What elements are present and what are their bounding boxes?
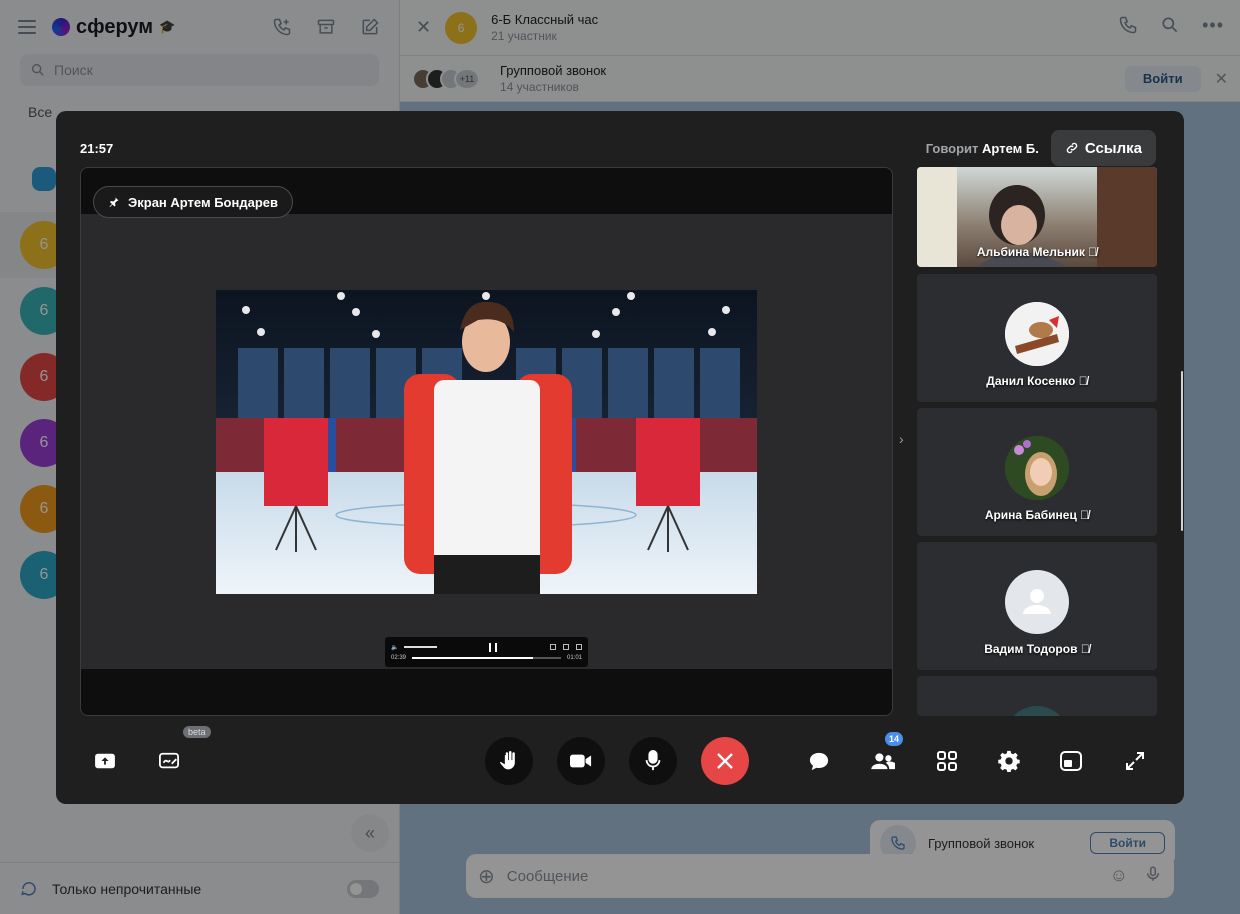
video-player-controls: 🔈 02:39 01:01 [385,637,588,667]
mic-off-icon: 🎙̸ [1078,374,1088,388]
avatar [1005,436,1069,500]
seek-bar[interactable] [412,657,561,659]
mic-off-icon: 🎙̸ [1080,642,1090,656]
end-call-button[interactable] [701,737,749,785]
participant-tile[interactable] [917,676,1157,716]
participants-count-badge: 14 [885,732,904,746]
tiles-scrollbar[interactable] [1181,371,1183,531]
grid-icon[interactable] [933,747,961,775]
fullscreen-icon[interactable] [1121,747,1149,775]
avatar [1005,570,1069,634]
participant-tile[interactable]: Вадим Тодоров 🎙̸ [917,542,1157,670]
speaking-indicator: Говорит Артем Б. [926,141,1039,156]
call-top-bar: 21:57 Говорит Артем Б. Ссылка [80,130,1156,166]
elapsed-time: 02:39 [391,655,407,661]
remaining-time: 01:01 [566,655,582,661]
participant-tile[interactable]: Данил Косенко 🎙̸ [917,274,1157,402]
shared-video-frame [216,290,757,594]
pip-icon[interactable] [1057,747,1085,775]
raise-hand-icon [499,751,515,770]
volume-slider[interactable] [404,646,437,648]
screen-share-label: Экран Артем Бондарев [128,194,278,210]
participants-icon[interactable] [869,747,897,775]
pin-icon [109,197,119,207]
end-call-icon [717,753,733,769]
user-icon [1023,589,1051,614]
microphone-button[interactable] [629,737,677,785]
microphone-icon [645,750,661,771]
speaking-name: Артем Б. [982,140,1039,156]
pip-icon[interactable] [563,644,569,650]
call-window: 21:57 Говорит Артем Б. Ссылка Экран Арте… [56,111,1184,804]
screen-share-stage: Экран Артем Бондарев 🔈 02:39 01:01 [80,167,893,716]
beta-badge: beta [183,726,211,738]
mic-off-icon: 🎙̸ [1088,245,1098,259]
participant-tiles: Альбина Мельник 🎙̸ Данил Косенко 🎙̸ Арин… [917,167,1157,716]
pinned-screen-chip[interactable]: Экран Артем Бондарев [93,186,293,218]
stage-letterbox-bottom [81,669,892,715]
chevron-right-icon[interactable]: › [899,431,904,447]
chat-icon[interactable] [805,747,833,775]
avatar [1005,302,1069,366]
participant-name: Арина Бабинец 🎙̸ [984,508,1090,522]
fullscreen-icon[interactable] [550,644,556,650]
participant-tile[interactable]: Арина Бабинец 🎙̸ [917,408,1157,536]
participant-name: Вадим Тодоров 🎙̸ [984,642,1090,656]
participant-tile[interactable]: Альбина Мельник 🎙̸ [917,167,1157,267]
copy-link-button[interactable]: Ссылка [1050,130,1156,166]
participant-name: Альбина Мельник 🎙̸ [976,245,1098,259]
call-controls: beta 14 [56,726,1184,786]
share-screen-icon[interactable] [91,747,119,775]
settings-icon[interactable] [995,747,1023,775]
camera-button[interactable] [557,737,605,785]
whiteboard-icon[interactable] [155,747,183,775]
mic-off-icon: 🎙̸ [1080,508,1090,522]
speaking-prefix: Говорит [925,140,979,156]
call-time: 21:57 [80,140,114,156]
pause-icon[interactable] [488,642,497,652]
link-icon [1066,142,1078,154]
avatar [1005,706,1069,716]
settings-icon[interactable] [576,644,582,650]
shared-video [216,290,757,594]
link-label: Ссылка [1084,139,1142,157]
raise-hand-button[interactable] [485,737,533,785]
participant-name: Данил Косенко 🎙̸ [986,374,1088,388]
camera-icon [570,754,592,768]
volume-icon[interactable]: 🔈 [391,644,398,651]
